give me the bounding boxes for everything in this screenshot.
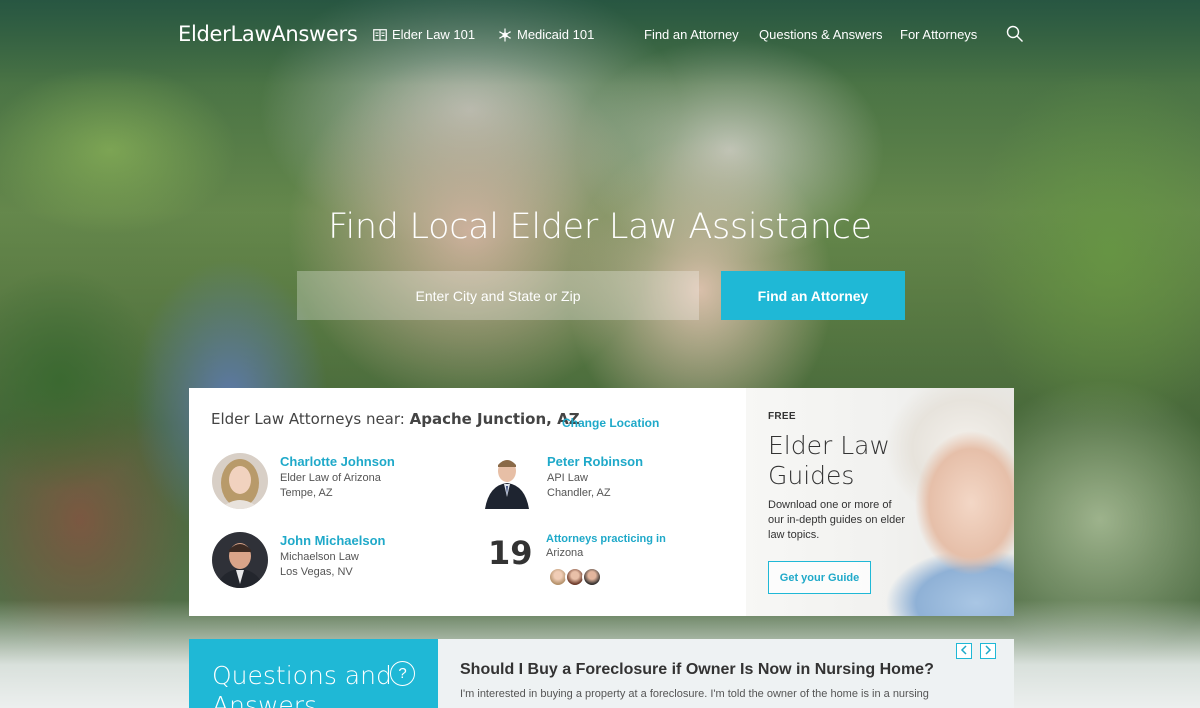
nav-label: For Attorneys [900, 27, 978, 42]
qa-section-title: Questions and Answers [212, 661, 392, 708]
nav-item-elder-law-101[interactable]: Elder Law 101 [373, 27, 475, 42]
chevron-left-icon [960, 642, 968, 660]
qa-question-title[interactable]: Should I Buy a Foreclosure if Owner Is N… [460, 661, 934, 679]
attorney-firm: Michaelson Law [280, 551, 359, 563]
qa-question-excerpt: I'm interested in buying a property at a… [460, 688, 929, 700]
qa-section-header: Questions and Answers ? [189, 639, 438, 708]
nav-item-medicaid-101[interactable]: Medicaid 101 [498, 27, 594, 42]
attorney-city: Chandler, AZ [547, 487, 611, 499]
nav-label: Find an Attorney [644, 27, 739, 42]
attorneys-card: Elder Law Attorneys near: Apache Junctio… [189, 388, 746, 616]
guides-title-line2: Guides [768, 461, 855, 490]
attorneys-heading: Elder Law Attorneys near: Apache Junctio… [211, 410, 580, 429]
nav-label: Questions & Answers [759, 27, 883, 42]
heading-prefix: Elder Law Attorneys near: [211, 410, 410, 428]
attorneys-practicing[interactable]: Attorneys practicing in Arizona [546, 533, 666, 559]
nav-label: Elder Law 101 [392, 27, 476, 42]
snowflake-icon [498, 28, 512, 42]
next-question-button[interactable] [980, 643, 996, 659]
nav-item-questions-answers[interactable]: Questions & Answers [759, 27, 883, 42]
book-icon [373, 28, 387, 41]
attorney-item[interactable]: Charlotte Johnson Elder Law of Arizona T… [212, 453, 395, 509]
find-attorney-button[interactable]: Find an Attorney [721, 271, 905, 320]
search-icon[interactable] [1006, 25, 1024, 48]
guides-description: Download one or more of our in-depth gui… [768, 499, 905, 541]
top-navigation: ElderLawAnswers Elder Law 101 Medicaid 1… [0, 0, 1200, 70]
change-location-link[interactable]: Change Location [562, 416, 659, 430]
hero-title: Find Local Elder Law Assistance [328, 207, 872, 247]
guides-title: Elder Law Guides [768, 431, 890, 491]
chevron-right-icon [984, 642, 992, 660]
practicing-region: Arizona [546, 547, 584, 559]
get-guide-button[interactable]: Get your Guide [768, 561, 871, 594]
attorney-name[interactable]: Peter Robinson [547, 454, 643, 469]
attorney-name[interactable]: Charlotte Johnson [280, 454, 395, 469]
avatar [212, 532, 268, 588]
avatar [582, 567, 602, 587]
qa-featured-question[interactable]: Should I Buy a Foreclosure if Owner Is N… [438, 639, 1014, 708]
attorney-firm: Elder Law of Arizona [280, 472, 381, 484]
question-mark-icon: ? [390, 661, 415, 686]
elder-law-guides-panel: FREE Elder Law Guides Download one or mo… [746, 388, 1014, 616]
nav-label: Medicaid 101 [517, 27, 595, 42]
attorney-count: 19 [488, 534, 533, 572]
guides-eyebrow: FREE [768, 411, 796, 422]
attorney-item[interactable]: Peter Robinson API Law Chandler, AZ [479, 453, 643, 509]
prev-question-button[interactable] [956, 643, 972, 659]
location-search-input[interactable] [297, 271, 699, 320]
site-logo[interactable]: ElderLawAnswers [178, 22, 358, 46]
nav-item-for-attorneys[interactable]: For Attorneys [900, 27, 977, 42]
attorney-item[interactable]: John Michaelson Michaelson Law Los Vegas… [212, 532, 385, 588]
attorney-firm: API Law [547, 472, 588, 484]
avatar [479, 453, 535, 509]
attorney-city: Tempe, AZ [280, 487, 333, 499]
attorney-avatar-stack [548, 567, 602, 587]
practicing-label[interactable]: Attorneys practicing in [546, 533, 666, 545]
heading-location: Apache Junction, AZ [409, 410, 580, 428]
guides-title-line1: Elder Law [768, 431, 890, 460]
attorney-city: Los Vegas, NV [280, 566, 353, 578]
attorney-name[interactable]: John Michaelson [280, 533, 385, 548]
nav-item-find-attorney[interactable]: Find an Attorney [644, 27, 739, 42]
avatar [212, 453, 268, 509]
